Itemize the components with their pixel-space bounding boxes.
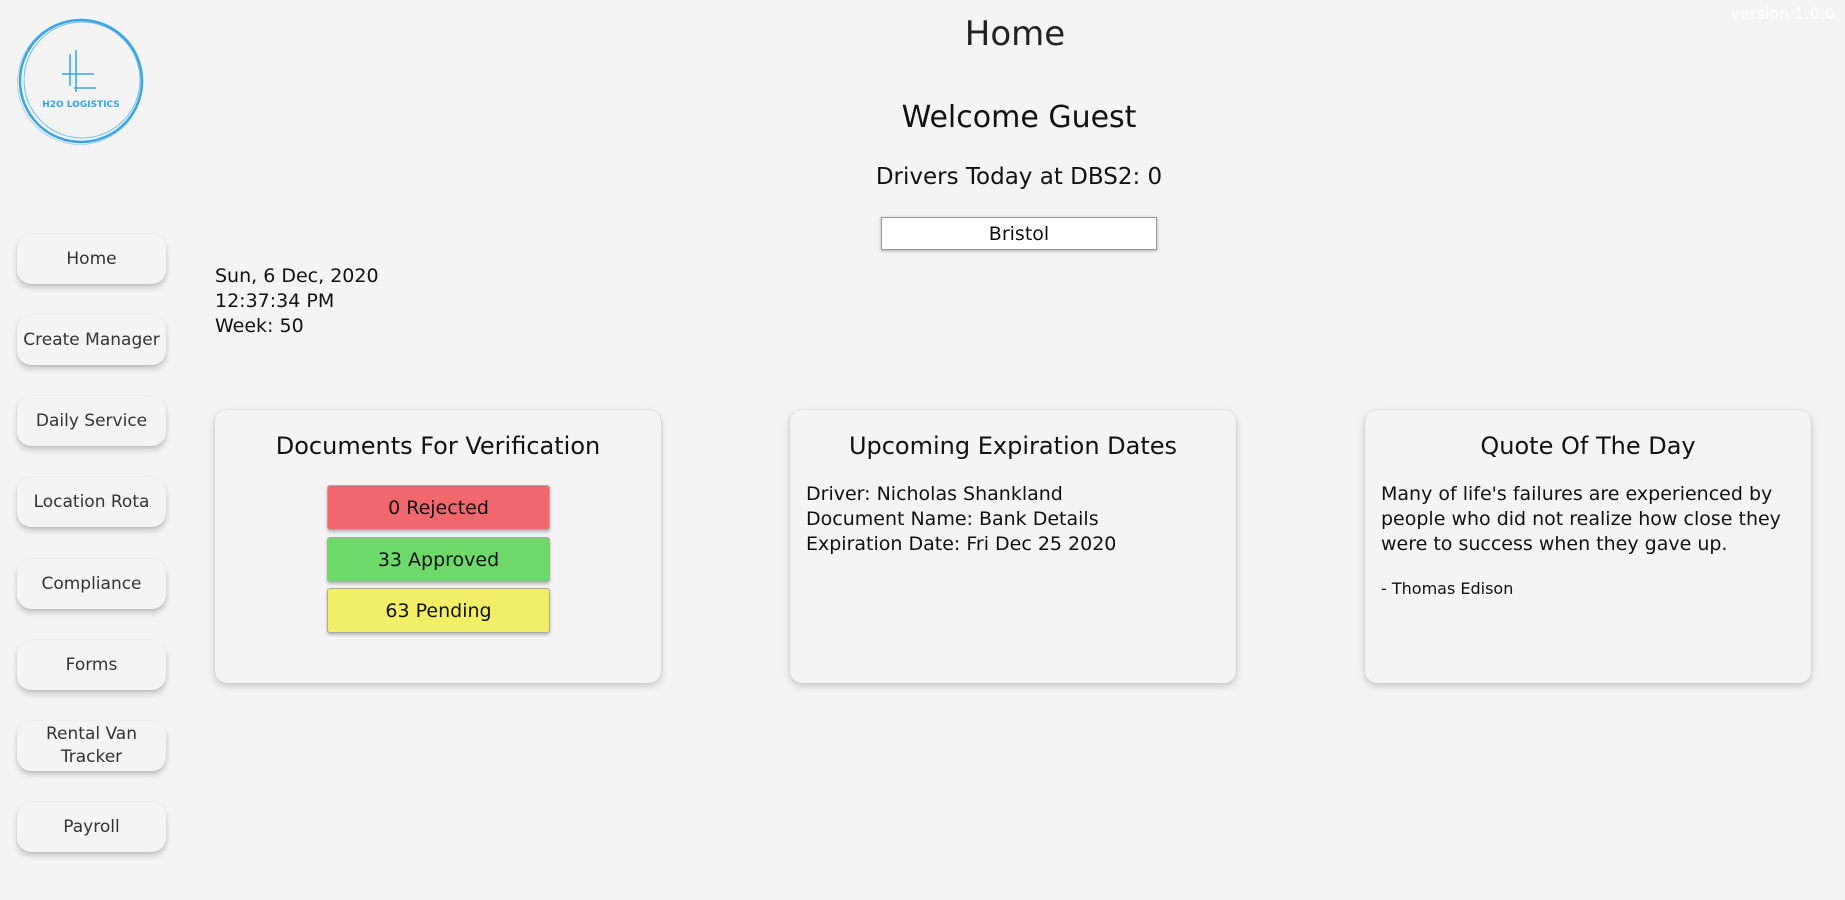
- quote-card-title: Quote Of The Day: [1480, 432, 1696, 460]
- pending-documents-button[interactable]: 63 Pending: [327, 588, 550, 633]
- rejected-documents-button[interactable]: 0 Rejected: [327, 485, 550, 530]
- quote-author: - Thomas Edison: [1381, 579, 1514, 598]
- quote-text: Many of life's failures are experienced …: [1381, 483, 1781, 555]
- nav-home-button[interactable]: Home: [17, 234, 166, 284]
- expiration-details: Driver: Nicholas Shankland Document Name…: [806, 482, 1220, 557]
- nav-create-manager-button[interactable]: Create Manager: [17, 315, 166, 365]
- quote-of-the-day-card: Quote Of The Day Many of life's failures…: [1365, 410, 1811, 683]
- nav-daily-service-button[interactable]: Daily Service: [17, 396, 166, 446]
- expiration-document-name: Document Name: Bank Details: [806, 508, 1099, 530]
- documents-verification-card: Documents For Verification 0 Rejected 33…: [215, 410, 661, 683]
- current-time: 12:37:34 PM: [215, 290, 335, 312]
- nav-forms-button[interactable]: Forms: [17, 640, 166, 690]
- nav-rental-van-tracker-button[interactable]: Rental Van Tracker: [17, 721, 166, 771]
- documents-card-title: Documents For Verification: [275, 432, 601, 460]
- expiration-card-title: Upcoming Expiration Dates: [848, 432, 1178, 460]
- page-title: Home: [964, 14, 1066, 54]
- quote-content: Many of life's failures are experienced …: [1381, 482, 1795, 601]
- expiration-driver: Driver: Nicholas Shankland: [806, 483, 1063, 505]
- current-week: Week: 50: [215, 315, 304, 337]
- current-date: Sun, 6 Dec, 2020: [215, 265, 379, 287]
- datetime-panel: Sun, 6 Dec, 2020 12:37:34 PM Week: 50: [215, 264, 379, 339]
- approved-documents-button[interactable]: 33 Approved: [327, 537, 550, 582]
- location-select[interactable]: Bristol: [881, 217, 1157, 250]
- nav-location-rota-button[interactable]: Location Rota: [17, 477, 166, 527]
- expiration-date: Expiration Date: Fri Dec 25 2020: [806, 533, 1117, 555]
- drivers-today-count: Drivers Today at DBS2: 0: [875, 164, 1163, 190]
- welcome-heading: Welcome Guest: [901, 100, 1137, 135]
- nav-payroll-button[interactable]: Payroll: [17, 802, 166, 852]
- nav-compliance-button[interactable]: Compliance: [17, 559, 166, 609]
- expiration-dates-card: Upcoming Expiration Dates Driver: Nichol…: [790, 410, 1236, 683]
